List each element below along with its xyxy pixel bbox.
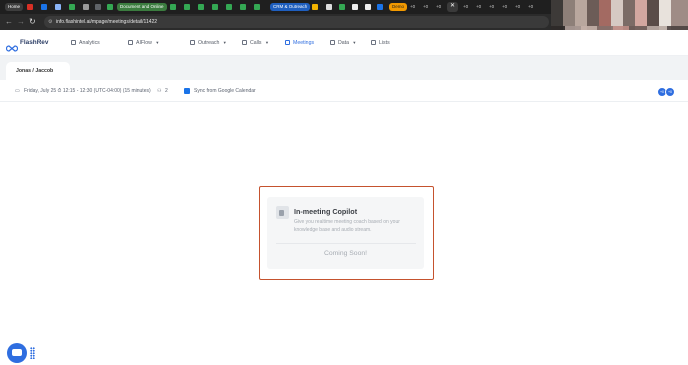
meeting-tabs-bar <box>0 56 688 80</box>
app-icon[interactable] <box>95 4 101 10</box>
nav-lists[interactable]: Lists <box>371 30 390 56</box>
divider <box>276 243 416 244</box>
nav-outreach[interactable]: Outreach ▼ <box>190 30 227 56</box>
drive-icon[interactable] <box>55 4 61 10</box>
chevron-down-icon: ▼ <box>222 40 227 45</box>
sync-calendar-link[interactable]: Sync from Google Calendar <box>194 80 256 102</box>
tab-home[interactable]: Home <box>5 3 24 11</box>
nav-aiflow[interactable]: AIFlow ▼ <box>128 30 159 56</box>
tab-plus[interactable]: +0 <box>463 3 468 11</box>
back-icon[interactable]: ← <box>5 16 13 28</box>
app-icon[interactable] <box>312 4 318 10</box>
app-icon[interactable] <box>326 4 332 10</box>
nav-label: Analytics <box>79 40 100 46</box>
tab-group-crm[interactable]: CRM & Outreach <box>270 3 311 11</box>
sheets-icon[interactable] <box>240 4 246 10</box>
data-icon <box>330 39 335 45</box>
chevron-down-icon: ▼ <box>264 40 269 45</box>
chevron-down-icon: ▼ <box>352 40 357 45</box>
app-icon[interactable] <box>377 4 383 10</box>
app-icon[interactable] <box>83 4 89 10</box>
chevron-down-icon: ▼ <box>155 40 160 45</box>
tab-plus[interactable]: +0 <box>515 3 520 11</box>
tab-plus[interactable]: +0 <box>436 3 441 11</box>
sheets-icon[interactable] <box>198 4 204 10</box>
ai-icon <box>128 39 133 45</box>
outreach-icon <box>190 39 195 45</box>
tab-plus[interactable]: +0 <box>423 3 428 11</box>
app-logo-text[interactable]: FlashRev <box>20 30 48 56</box>
calendar-icon: ▭ <box>15 88 20 94</box>
coming-soon-label: Coming Soon! <box>323 250 368 257</box>
tab-plus[interactable]: +0 <box>502 3 507 11</box>
list-icon <box>371 39 376 45</box>
nav-meetings[interactable]: Meetings <box>285 30 314 56</box>
sheets-icon[interactable] <box>339 4 345 10</box>
tab-plus[interactable]: +0 <box>476 3 481 11</box>
nav-analytics[interactable]: Analytics <box>71 30 100 56</box>
tab-group-demo[interactable]: Demo <box>389 3 408 11</box>
tab-plus[interactable]: +0 <box>410 3 415 11</box>
tab-group-document[interactable]: Document and Online <box>117 3 167 11</box>
tab-plus[interactable]: +0 <box>489 3 494 11</box>
sheets-icon[interactable] <box>170 4 176 10</box>
tab-meeting[interactable]: Jonas / Jaccob <box>6 62 70 80</box>
avatar[interactable]: +0 <box>665 87 675 97</box>
video-icon <box>276 206 289 219</box>
site-info-icon[interactable]: ⚙ <box>48 16 52 28</box>
copilot-title: In-meeting Copilot <box>294 207 358 216</box>
chat-widget-button[interactable] <box>7 343 27 363</box>
nav-label: Meetings <box>293 40 315 46</box>
nav-label: Outreach <box>198 40 220 46</box>
calendar-icon[interactable] <box>41 4 47 10</box>
attendees-icon: ⚇ <box>157 88 162 94</box>
drag-handle-icon[interactable] <box>30 347 35 359</box>
flashrev-logo-icon[interactable] <box>5 39 19 52</box>
nav-calls[interactable]: Calls ▼ <box>242 30 269 56</box>
url-text: info.flashintel.ai/mpage/meetings/detail… <box>56 19 158 25</box>
sheets-icon[interactable] <box>69 4 75 10</box>
copilot-description: Give you realtime meeting coach based on… <box>294 219 400 233</box>
app-icon[interactable] <box>352 4 358 10</box>
nav-label: Calls <box>250 40 262 46</box>
phone-icon <box>242 39 247 45</box>
attendee-count: 2 <box>165 88 168 94</box>
sheets-icon[interactable] <box>212 4 218 10</box>
active-tab-close-icon[interactable]: ✕ <box>447 2 458 12</box>
meeting-icon <box>285 39 290 45</box>
forward-icon[interactable]: → <box>17 16 25 28</box>
nav-label: Lists <box>379 40 390 46</box>
app-icon[interactable] <box>365 4 371 10</box>
reload-icon[interactable]: ↻ <box>29 16 36 28</box>
sheets-icon[interactable] <box>254 4 260 10</box>
sheets-icon[interactable] <box>184 4 190 10</box>
sheets-icon[interactable] <box>107 4 113 10</box>
nav-label: Data <box>338 40 349 46</box>
nav-data[interactable]: Data ▼ <box>330 30 356 56</box>
chart-icon <box>71 39 76 45</box>
app-navbar: FlashRev Analytics AIFlow ▼ Outreach ▼ C… <box>0 30 688 56</box>
meeting-time: Friday, July 25 ⏱ 12:15 - 12:30 (UTC-04:… <box>24 88 151 94</box>
gmail-icon[interactable] <box>27 4 33 10</box>
url-field[interactable]: ⚙ info.flashintel.ai/mpage/meetings/deta… <box>44 16 549 28</box>
sheets-icon[interactable] <box>226 4 232 10</box>
nav-label: AIFlow <box>136 40 152 46</box>
google-calendar-icon <box>184 88 190 94</box>
meeting-info-row: ▭ Friday, July 25 ⏱ 12:15 - 12:30 (UTC-0… <box>0 80 688 102</box>
tab-plus[interactable]: +0 <box>528 3 533 11</box>
